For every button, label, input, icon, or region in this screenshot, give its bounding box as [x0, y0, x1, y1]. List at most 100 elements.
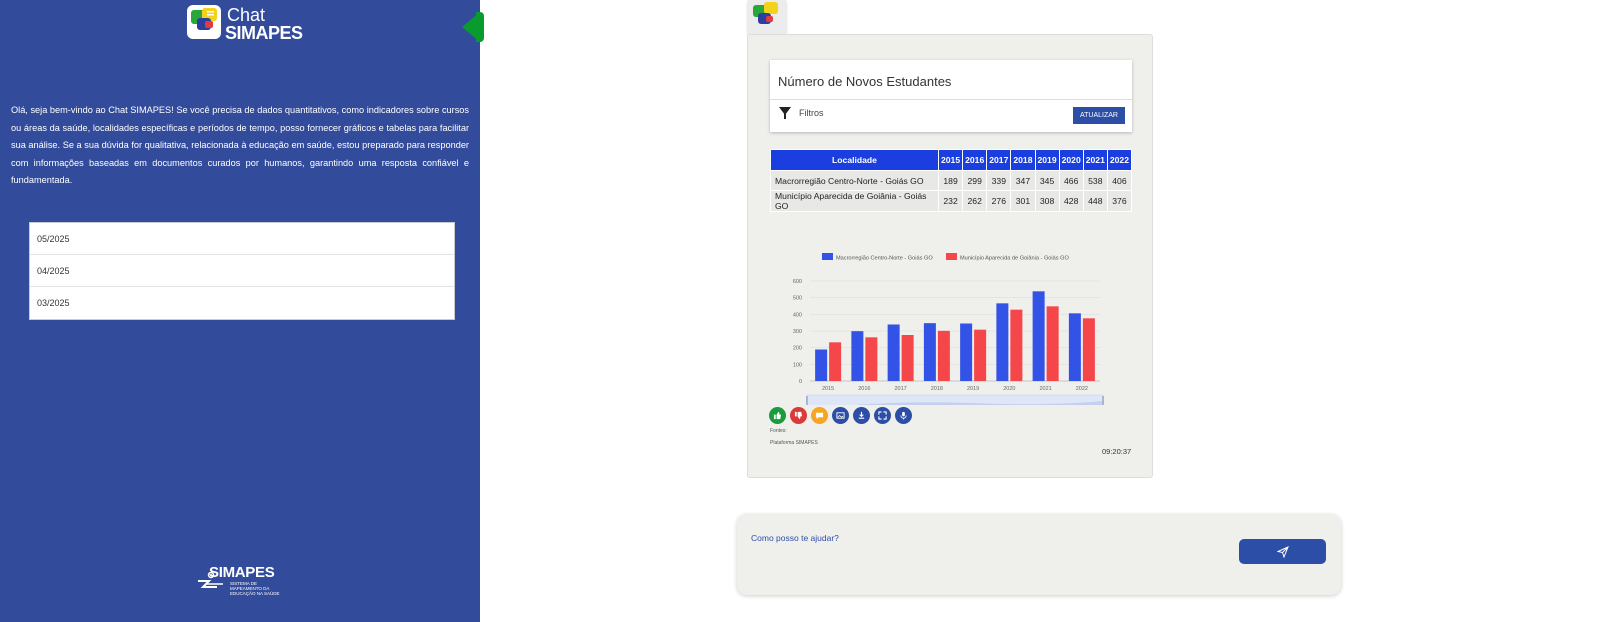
- table-row: Município Aparecida de Goiânia - Goiás G…: [770, 190, 1133, 212]
- table-cell: 276: [986, 190, 1012, 212]
- bar-2015-centro-norte: [815, 349, 828, 381]
- table-cell: Município Aparecida de Goiânia - Goiás G…: [770, 190, 939, 212]
- footer-logo-name: SIMAPES: [209, 564, 275, 581]
- bar-2015-aparecida: [829, 342, 842, 381]
- legend-swatch: [946, 253, 957, 260]
- chat-bubbles-icon: [753, 2, 778, 24]
- y-tick-label: 500: [793, 296, 802, 302]
- message-timestamp: 09:20:37: [1102, 447, 1132, 456]
- header-divider: [770, 99, 1132, 100]
- x-tick-label: 2022: [1076, 386, 1088, 392]
- bar-2020-aparecida: [1010, 309, 1023, 381]
- column-header: Localidade: [770, 149, 939, 171]
- bar-2022-aparecida: [1082, 318, 1095, 381]
- x-tick-label: 2021: [1040, 386, 1052, 392]
- table-header-row: Localidade 2015 2016 2017 2018 2019 2020…: [770, 149, 1133, 171]
- x-tick-label: 2016: [858, 386, 870, 392]
- bar-2017-aparecida: [901, 335, 914, 381]
- bar-chart: Macrorregião Centro-Norte - Goiás GO Muni…: [793, 253, 1104, 405]
- update-button[interactable]: ATUALIZAR: [1073, 107, 1125, 124]
- table-cell: 189: [937, 170, 964, 191]
- bar-2019-aparecida: [974, 329, 987, 381]
- chat-simapes-logo: Chat SIMAPES: [187, 5, 317, 43]
- thumbs-down-icon[interactable]: [790, 407, 807, 424]
- table-cell: 466: [1058, 170, 1084, 191]
- column-header: 2015: [937, 149, 964, 171]
- download-icon[interactable]: [853, 407, 870, 424]
- x-tick-label: 2018: [931, 386, 943, 392]
- x-tick-label: 2015: [822, 386, 834, 392]
- table-cell: 406: [1106, 170, 1133, 191]
- chart-response-card: Número de Novos Estudantes Filtros ATUAL…: [747, 34, 1153, 478]
- y-tick-label: 0: [799, 379, 802, 385]
- bar-2018-centro-norte: [923, 323, 936, 381]
- welcome-message: Olá, seja bem-vindo ao Chat SIMAPES! Se …: [11, 105, 469, 186]
- table-cell: 262: [962, 190, 988, 212]
- logo-chat-text: Chat: [227, 5, 266, 25]
- bar-2021-aparecida: [1046, 306, 1059, 381]
- legend-label: Município Aparecida de Goiânia - Goiás G…: [960, 256, 1069, 262]
- table-cell: 448: [1082, 190, 1108, 212]
- legend-swatch: [822, 253, 833, 260]
- footer-logo-subtitle: SISTEMA DE MAPEAMENTO DA EDUCAÇÃO NA SAÚ…: [230, 581, 280, 596]
- message-input[interactable]: [751, 528, 1211, 548]
- thumbs-up-icon[interactable]: [769, 407, 786, 424]
- range-handle-right: [1102, 396, 1104, 405]
- x-tick-label: 2020: [1003, 386, 1015, 392]
- history-item[interactable]: 05/2025: [30, 223, 454, 255]
- table-row: Macrorregião Centro-Norte - Goiás GO 189…: [770, 170, 1133, 191]
- column-header: 2016: [962, 149, 988, 171]
- column-header: 2017: [986, 149, 1012, 171]
- conversation-history: 05/2025 04/2025 03/2025: [29, 222, 455, 320]
- table-cell: 345: [1034, 170, 1060, 191]
- column-header: 2020: [1058, 149, 1084, 171]
- column-header: 2018: [1010, 149, 1036, 171]
- logo-simapes-text: SIMAPES: [225, 23, 303, 43]
- filter-label[interactable]: Filtros: [799, 108, 824, 118]
- column-header: 2022: [1106, 149, 1133, 171]
- column-header: 2019: [1034, 149, 1060, 171]
- chart-title: Número de Novos Estudantes: [778, 74, 952, 89]
- table-cell: 538: [1082, 170, 1108, 191]
- y-tick-label: 100: [793, 362, 802, 368]
- data-table: Localidade 2015 2016 2017 2018 2019 2020…: [770, 149, 1133, 212]
- table-cell: 301: [1010, 190, 1036, 212]
- table-cell: 376: [1106, 190, 1133, 212]
- simapes-footer-logo: SIMAPES SISTEMA DE MAPEAMENTO DA EDUCAÇÃ…: [197, 564, 307, 596]
- table-cell: 339: [986, 170, 1012, 191]
- chat-bubbles-icon: [187, 5, 221, 39]
- send-button[interactable]: [1239, 539, 1326, 564]
- image-icon[interactable]: [832, 407, 849, 424]
- history-item[interactable]: 04/2025: [30, 255, 454, 287]
- message-composer: [737, 514, 1341, 595]
- comment-icon[interactable]: [811, 407, 828, 424]
- bar-2020-centro-norte: [996, 303, 1009, 381]
- table-cell: 428: [1058, 190, 1084, 212]
- bar-2018-aparecida: [937, 330, 950, 381]
- bar-2016-centro-norte: [851, 331, 864, 381]
- y-tick-label: 300: [793, 329, 802, 335]
- x-tick-label: 2017: [895, 386, 907, 392]
- history-item[interactable]: 03/2025: [30, 287, 454, 319]
- y-tick-label: 400: [793, 312, 802, 318]
- legend-label: Macrorregião Centro-Norte - Goiás GO: [836, 256, 933, 262]
- bar-2016-aparecida: [865, 337, 878, 381]
- collapse-sidebar-button[interactable]: [462, 12, 484, 42]
- bar-2019-centro-norte: [960, 323, 973, 381]
- column-header: 2021: [1082, 149, 1108, 171]
- table-cell: 299: [962, 170, 988, 191]
- table-cell: Macrorregião Centro-Norte - Goiás GO: [770, 170, 939, 191]
- table-cell: 347: [1010, 170, 1036, 191]
- fullscreen-icon[interactable]: [874, 407, 891, 424]
- table-cell: 308: [1034, 190, 1060, 212]
- bot-avatar: [748, 0, 786, 38]
- range-handle-left: [806, 396, 808, 405]
- bar-2021-centro-norte: [1032, 291, 1045, 381]
- filter-icon[interactable]: [779, 107, 791, 119]
- chart-header: Número de Novos Estudantes Filtros ATUAL…: [770, 60, 1132, 132]
- bar-2022-centro-norte: [1068, 313, 1081, 381]
- table-cell: 232: [937, 190, 964, 212]
- platform-label: Plataforma SIMAPES: [770, 440, 818, 446]
- x-tick-label: 2019: [967, 386, 979, 392]
- microphone-icon[interactable]: [895, 407, 912, 424]
